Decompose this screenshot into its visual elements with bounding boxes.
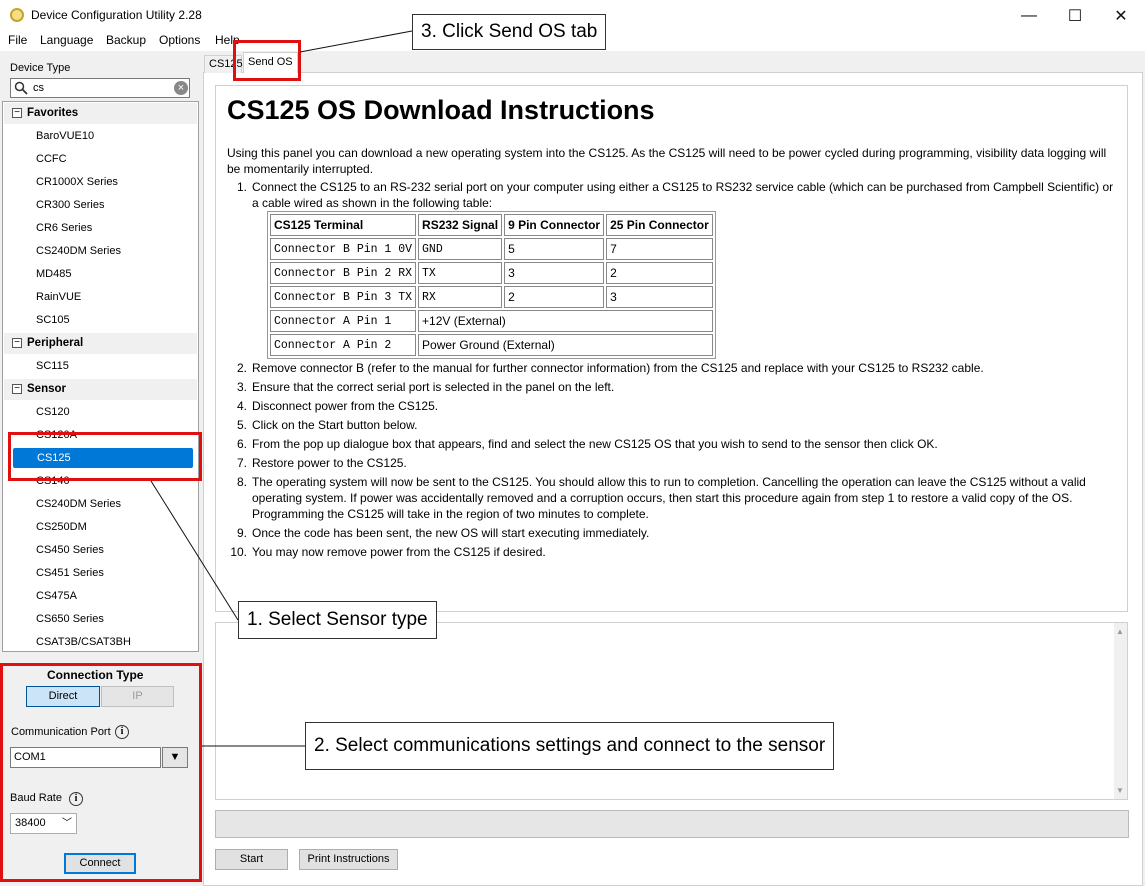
callout-send-os-tab: 3. Click Send OS tab <box>412 14 607 50</box>
callout-select-sensor: 1. Select Sensor type <box>238 601 437 639</box>
callout-connection-settings: 2. Select communications settings and co… <box>305 722 835 770</box>
